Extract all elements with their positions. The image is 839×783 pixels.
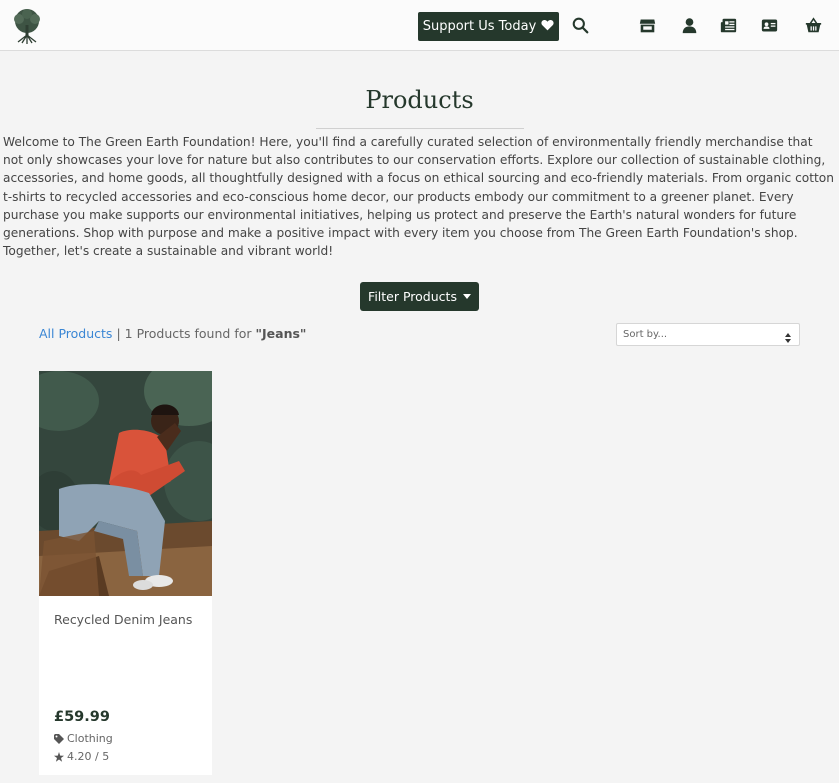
search-icon[interactable]: [572, 17, 589, 34]
store-icon[interactable]: [639, 17, 656, 34]
product-rating: 4.20 / 5: [54, 750, 109, 763]
title-divider: [316, 128, 524, 129]
product-category[interactable]: Clothing: [54, 732, 113, 745]
support-us-label: Support Us Today: [422, 19, 537, 34]
all-products-link[interactable]: All Products: [39, 326, 112, 341]
newspaper-icon[interactable]: [720, 17, 737, 34]
heart-icon: [541, 19, 554, 35]
product-card[interactable]: Recycled Denim Jeans £59.99 Clothing 4.2…: [39, 371, 212, 775]
star-icon: [54, 751, 64, 762]
sort-arrows-icon: [785, 330, 791, 343]
caret-down-icon: [462, 294, 471, 299]
sort-placeholder: Sort by...: [623, 329, 668, 340]
product-rating-value: 4.20 / 5: [67, 750, 110, 763]
results-count: 1 Products found for: [124, 326, 252, 341]
contact-card-icon[interactable]: [761, 17, 778, 34]
support-us-button[interactable]: Support Us Today: [418, 12, 559, 41]
tag-icon: [54, 733, 64, 744]
product-image[interactable]: [39, 371, 212, 596]
intro-paragraph: Welcome to The Green Earth Foundation! H…: [3, 135, 834, 259]
results-summary: All Products | 1 Products found for "Jea…: [39, 326, 306, 341]
page-title: Products: [365, 86, 474, 114]
product-category-label: Clothing: [67, 732, 113, 745]
product-price: £59.99: [54, 709, 110, 725]
results-separator: |: [116, 326, 121, 341]
sort-select[interactable]: Sort by...: [616, 323, 800, 346]
basket-icon[interactable]: [805, 17, 822, 34]
tree-logo[interactable]: [9, 7, 45, 45]
filter-products-label: Filter Products: [368, 289, 457, 304]
user-icon[interactable]: [681, 17, 698, 34]
product-name[interactable]: Recycled Denim Jeans: [54, 612, 192, 627]
search-query: "Jeans": [255, 326, 307, 341]
filter-products-button[interactable]: Filter Products: [360, 282, 479, 311]
navbar: Support Us Today: [0, 0, 839, 51]
